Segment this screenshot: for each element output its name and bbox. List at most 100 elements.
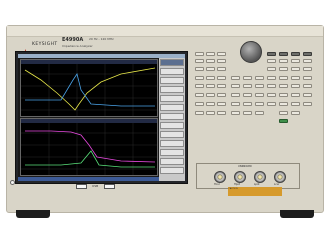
- hardware-key[interactable]: [217, 67, 226, 71]
- connector-label: Hcur: [214, 183, 220, 186]
- usb-label: USB: [92, 184, 99, 188]
- hardware-key[interactable]: [267, 84, 276, 88]
- hardware-key[interactable]: [291, 59, 300, 63]
- hardware-key[interactable]: [303, 59, 312, 63]
- hardware-key[interactable]: [291, 84, 300, 88]
- hardware-key[interactable]: [279, 59, 288, 63]
- hardware-keypad: [195, 52, 323, 128]
- bnc-connector-lpot[interactable]: [254, 171, 266, 183]
- hardware-key[interactable]: [231, 102, 240, 106]
- softkey[interactable]: [160, 77, 184, 84]
- hardware-key[interactable]: [255, 102, 264, 106]
- hardware-key[interactable]: [243, 102, 252, 106]
- connector-label: Lcur: [274, 183, 280, 186]
- hardware-key[interactable]: [279, 67, 288, 71]
- hardware-key[interactable]: [255, 93, 264, 97]
- usb-port[interactable]: [104, 184, 115, 189]
- hardware-key[interactable]: [243, 84, 252, 88]
- hardware-key[interactable]: [291, 111, 300, 115]
- hardware-key[interactable]: [291, 76, 300, 80]
- hardware-key[interactable]: [267, 67, 276, 71]
- hardware-key[interactable]: [303, 52, 312, 56]
- hardware-key[interactable]: [303, 67, 312, 71]
- hardware-key[interactable]: [243, 93, 252, 97]
- lower-plot: [20, 118, 158, 176]
- bnc-connector-lcur[interactable]: [274, 171, 286, 183]
- softkey[interactable]: [160, 113, 184, 120]
- hardware-key[interactable]: [206, 52, 215, 56]
- softkey[interactable]: [160, 95, 184, 102]
- usb-port[interactable]: [76, 184, 87, 189]
- power-button[interactable]: [10, 180, 15, 185]
- softkey[interactable]: [160, 68, 184, 75]
- preset-key[interactable]: [279, 119, 288, 123]
- softkey[interactable]: [160, 86, 184, 93]
- hardware-key[interactable]: [217, 84, 226, 88]
- hardware-key[interactable]: [231, 76, 240, 80]
- hardware-key[interactable]: [195, 52, 204, 56]
- upper-plot-traces: [21, 64, 157, 116]
- hardware-key[interactable]: [279, 93, 288, 97]
- hardware-key[interactable]: [279, 52, 288, 56]
- hardware-key[interactable]: [243, 76, 252, 80]
- hardware-key[interactable]: [267, 59, 276, 63]
- bnc-connector-hpot[interactable]: [234, 171, 246, 183]
- softkey[interactable]: [160, 167, 184, 174]
- hardware-key[interactable]: [279, 76, 288, 80]
- hardware-key[interactable]: [267, 93, 276, 97]
- softkey[interactable]: [160, 158, 184, 165]
- hardware-key[interactable]: [255, 76, 264, 80]
- hardware-key[interactable]: [279, 84, 288, 88]
- hardware-key[interactable]: [217, 93, 226, 97]
- hardware-key[interactable]: [206, 111, 215, 115]
- hardware-key[interactable]: [303, 84, 312, 88]
- impedance-trace: [24, 67, 156, 111]
- hardware-key[interactable]: [195, 76, 204, 80]
- hardware-key[interactable]: [267, 76, 276, 80]
- hardware-key[interactable]: [217, 111, 226, 115]
- hardware-key[interactable]: [303, 102, 312, 106]
- softkey[interactable]: [160, 104, 184, 111]
- hardware-key[interactable]: [243, 111, 252, 115]
- hardware-key[interactable]: [206, 76, 215, 80]
- display-screen[interactable]: [18, 54, 185, 181]
- hardware-key[interactable]: [206, 59, 215, 63]
- softkey[interactable]: [160, 149, 184, 156]
- plot-header: [21, 119, 157, 123]
- hardware-key[interactable]: [279, 111, 288, 115]
- hardware-key[interactable]: [267, 102, 276, 106]
- hardware-key[interactable]: [303, 76, 312, 80]
- hardware-key[interactable]: [195, 59, 204, 63]
- softkey[interactable]: [160, 140, 184, 147]
- connector-label: Lpot: [254, 183, 260, 186]
- bnc-connector-hcur[interactable]: [214, 171, 226, 183]
- hardware-key[interactable]: [217, 76, 226, 80]
- softkey[interactable]: [160, 131, 184, 138]
- hardware-key[interactable]: [217, 59, 226, 63]
- hardware-key[interactable]: [267, 52, 276, 56]
- hardware-key[interactable]: [195, 67, 204, 71]
- hardware-key[interactable]: [195, 84, 204, 88]
- hardware-key[interactable]: [217, 102, 226, 106]
- hardware-key[interactable]: [206, 84, 215, 88]
- softkey[interactable]: [160, 59, 184, 66]
- hardware-key[interactable]: [291, 52, 300, 56]
- hardware-key[interactable]: [291, 102, 300, 106]
- hardware-key[interactable]: [206, 93, 215, 97]
- hardware-key[interactable]: [195, 111, 204, 115]
- hardware-key[interactable]: [206, 67, 215, 71]
- hardware-key[interactable]: [231, 93, 240, 97]
- hardware-key[interactable]: [255, 84, 264, 88]
- hardware-key[interactable]: [303, 93, 312, 97]
- hardware-key[interactable]: [291, 93, 300, 97]
- hardware-key[interactable]: [217, 52, 226, 56]
- hardware-key[interactable]: [231, 84, 240, 88]
- hardware-key[interactable]: [279, 102, 288, 106]
- softkey[interactable]: [160, 122, 184, 129]
- hardware-key[interactable]: [231, 111, 240, 115]
- hardware-key[interactable]: [195, 93, 204, 97]
- hardware-key[interactable]: [255, 111, 264, 115]
- hardware-key[interactable]: [291, 67, 300, 71]
- hardware-key[interactable]: [206, 102, 215, 106]
- hardware-key[interactable]: [195, 102, 204, 106]
